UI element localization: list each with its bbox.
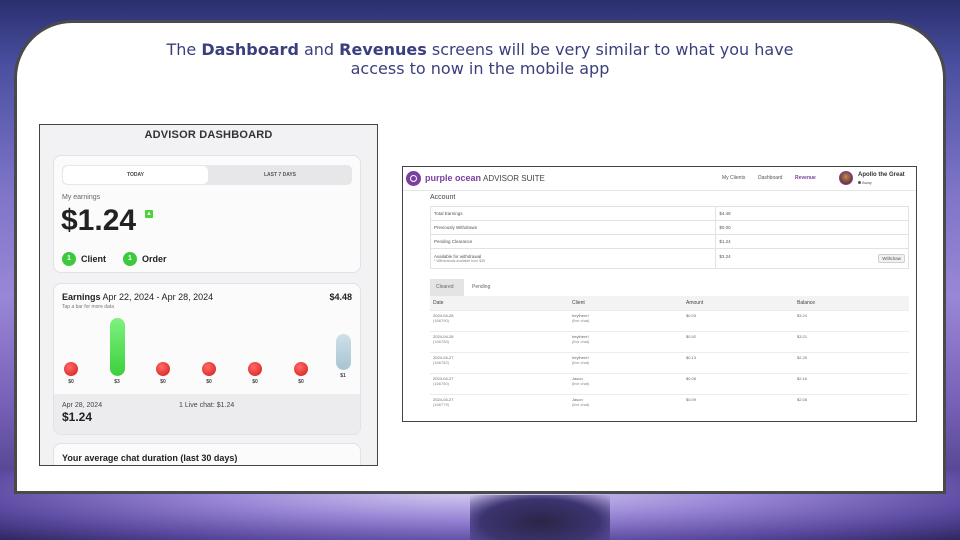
selected-day-strip [54, 394, 360, 434]
earnings-bar-zero[interactable] [64, 362, 78, 376]
client-count-badge: 1 [62, 252, 76, 266]
tab-pending[interactable]: Pending [466, 279, 496, 296]
table-row: Previously Withdrawn $0.00 [429, 220, 909, 235]
purple-ocean-logo-icon[interactable] [406, 171, 421, 186]
earnings-summary-card: TODAY LAST 7 DAYS My earnings $1.24 ▲ 1 … [53, 155, 361, 273]
status-dot-icon [858, 181, 861, 185]
trend-up-icon: ▲ [145, 210, 153, 218]
earnings-bar-zero[interactable] [156, 362, 170, 376]
user-name[interactable]: Apollo the Great [858, 172, 905, 178]
bar-value-label: $3 [114, 379, 120, 385]
selected-amount: $1.24 [62, 410, 93, 424]
order-count-label: Order [142, 254, 167, 264]
weekly-earnings-card: Earnings Apr 22, 2024 - Apr 28, 2024 $4.… [53, 283, 361, 435]
table-row: Available for withdrawal * Withdrawals av… [429, 248, 909, 269]
brand-name: purple ocean [425, 173, 482, 183]
avg-chat-card: Your average chat duration (last 30 days… [53, 443, 361, 465]
selected-date: Apr 28, 2024 [62, 402, 103, 409]
bar-value-label: $0 [68, 379, 74, 385]
table-row[interactable]: 2024-04-27 (166780) Jason (live chat) $0.06 $… [430, 372, 909, 394]
table-row[interactable]: 2024-04-28 (166790) heythere! (live chat) $0… [430, 309, 909, 331]
top-nav-bar: purple ocean ADVISOR SUITE My Clients Da… [403, 167, 916, 191]
mobile-dashboard-screenshot: ADVISOR DASHBOARD TODAY LAST 7 DAYS My e… [39, 124, 378, 466]
nav-my-clients[interactable]: My Clients [722, 175, 745, 181]
selected-detail: 1 Live chat: $1.24 [179, 402, 235, 409]
bar-value-label: $0 [298, 379, 304, 385]
desktop-revenue-screenshot: purple ocean ADVISOR SUITE My Clients Da… [402, 166, 917, 422]
table-row[interactable]: 2024-04-27 (166782) heythere! (live chat) $0… [430, 351, 909, 373]
bar-value-label: $1 [340, 373, 346, 379]
account-heading: Account [430, 194, 456, 201]
bar-value-label: $0 [160, 379, 166, 385]
avg-chat-title: Your average chat duration (last 30 days… [62, 453, 238, 463]
tap-hint: Tap a bar for more data [62, 304, 114, 310]
client-count-label: Client [81, 254, 107, 264]
withdraw-button[interactable]: Withdraw [878, 254, 905, 263]
earnings-bar-zero[interactable] [202, 362, 216, 376]
earnings-bar[interactable] [110, 318, 125, 376]
earnings-bar-zero[interactable] [248, 362, 262, 376]
tab-last-7-days[interactable]: LAST 7 DAYS [208, 166, 352, 184]
earnings-range-title: Earnings Apr 22, 2024 - Apr 28, 2024 [62, 292, 214, 302]
brand-suite: ADVISOR SUITE [483, 174, 545, 183]
tab-cleared[interactable]: Cleared [430, 279, 464, 296]
table-row: Pending Clearance $1.24 [429, 234, 909, 249]
nav-dashboard[interactable]: Dashboard [758, 175, 782, 181]
earnings-week-total: $4.48 [329, 292, 352, 302]
slide-headline: The Dashboard and Revenues screens will … [166, 40, 794, 78]
bar-value-label: $0 [206, 379, 212, 385]
col-amount[interactable]: Amount [683, 296, 794, 310]
my-earnings-label: My earnings [62, 194, 101, 201]
order-count-badge: 1 [123, 252, 137, 266]
earnings-amount: $1.24 [61, 204, 137, 237]
bar-value-label: $0 [252, 379, 258, 385]
col-date[interactable]: Date [430, 296, 569, 310]
transactions-table: Date Client Amount Balance 2024-04-28 (16… [430, 296, 909, 415]
table-row[interactable]: 2024-04-27 (166779) Jason (live chat) $0.09 $… [430, 393, 909, 415]
table-header-row: Date Client Amount Balance [430, 296, 909, 310]
earnings-bar-selected[interactable] [336, 334, 351, 370]
user-status: Away [858, 180, 872, 185]
col-client[interactable]: Client [569, 296, 683, 310]
account-summary-table: Total Earnings $4.48 Previously Withdraw… [429, 206, 909, 269]
col-balance[interactable]: Balance [794, 296, 909, 310]
tab-today[interactable]: TODAY [63, 166, 208, 184]
mobile-title: ADVISOR DASHBOARD [144, 129, 273, 141]
table-row[interactable]: 2024-04-28 (166785) heythere! (live chat) $0… [430, 330, 909, 352]
table-row: Total Earnings $4.48 [429, 206, 909, 221]
user-avatar[interactable] [839, 171, 853, 185]
background-rock [470, 495, 610, 540]
period-toggle: TODAY LAST 7 DAYS [62, 165, 352, 185]
nav-revenue[interactable]: Revenue [795, 175, 816, 181]
earnings-bar-zero[interactable] [294, 362, 308, 376]
